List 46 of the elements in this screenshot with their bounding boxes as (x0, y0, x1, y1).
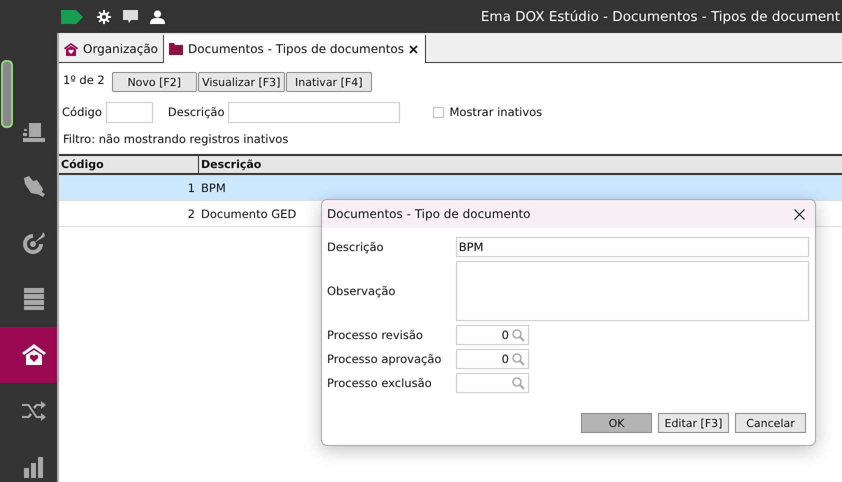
toolbar-button[interactable]: Inativar [F4] (286, 72, 372, 92)
close-icon[interactable] (409, 44, 418, 54)
field-label: Processo exclusão (327, 376, 433, 390)
target-icon (20, 231, 46, 255)
dialog-button[interactable]: Cancelar (735, 413, 806, 433)
toolbar-button[interactable]: Visualizar [F3] (198, 72, 285, 92)
folder-icon (169, 43, 184, 55)
dialog-title: Documentos - Tipo de documento (327, 207, 530, 221)
dialog-button[interactable]: Editar [F3] (658, 413, 729, 433)
toolbar-button[interactable]: Novo [F2] (112, 72, 197, 92)
field-label: Descrição (168, 105, 224, 119)
window-title: Ema DOX Estúdio - Documentos - Tipos de document (480, 8, 840, 24)
table-cell-text: 1 (186, 180, 196, 194)
lookup-field[interactable] (456, 373, 529, 393)
dialog-button[interactable]: OK (581, 413, 652, 433)
field-label: Descrição (327, 240, 385, 254)
close-icon[interactable] (794, 208, 805, 220)
column-header[interactable]: Descrição (199, 156, 262, 173)
table-row[interactable]: 1 BPM (59, 175, 842, 201)
field-label: Observação (327, 284, 396, 298)
house-heart-icon (20, 343, 46, 367)
gear-icon[interactable] (97, 10, 111, 24)
checkbox[interactable] (433, 106, 444, 118)
column-header[interactable]: Código (59, 156, 199, 173)
checkbox-label: Mostrar inativos (449, 105, 542, 119)
field-label: Processo revisão (327, 328, 424, 342)
tag-icon[interactable] (61, 10, 83, 24)
filter-status: Filtro: não mostrando registros inativos (62, 132, 290, 146)
table-cell-text: BPM (200, 180, 226, 194)
user-icon[interactable] (150, 10, 165, 24)
shuffle-icon (20, 399, 46, 423)
record-count: 1º de 2 (63, 72, 105, 86)
scroll-indicator[interactable] (1, 60, 13, 128)
input-field[interactable] (106, 102, 153, 122)
field-label: Código (62, 105, 102, 119)
tab[interactable]: Documentos - Tipos de documentos (164, 35, 426, 63)
field-label: Processo aprovação (327, 352, 442, 366)
input-field[interactable]: BPM (456, 237, 809, 257)
sidebar-item[interactable] (0, 327, 57, 383)
lookup-field[interactable]: 0 (456, 325, 529, 345)
house-icon (64, 42, 78, 56)
table-cell-text: Documento GED (200, 206, 296, 220)
chat-icon[interactable] (123, 10, 138, 24)
table-cell-text: 2 (186, 206, 196, 220)
lookup-field[interactable]: 0 (456, 349, 529, 369)
input-field[interactable] (228, 102, 400, 122)
